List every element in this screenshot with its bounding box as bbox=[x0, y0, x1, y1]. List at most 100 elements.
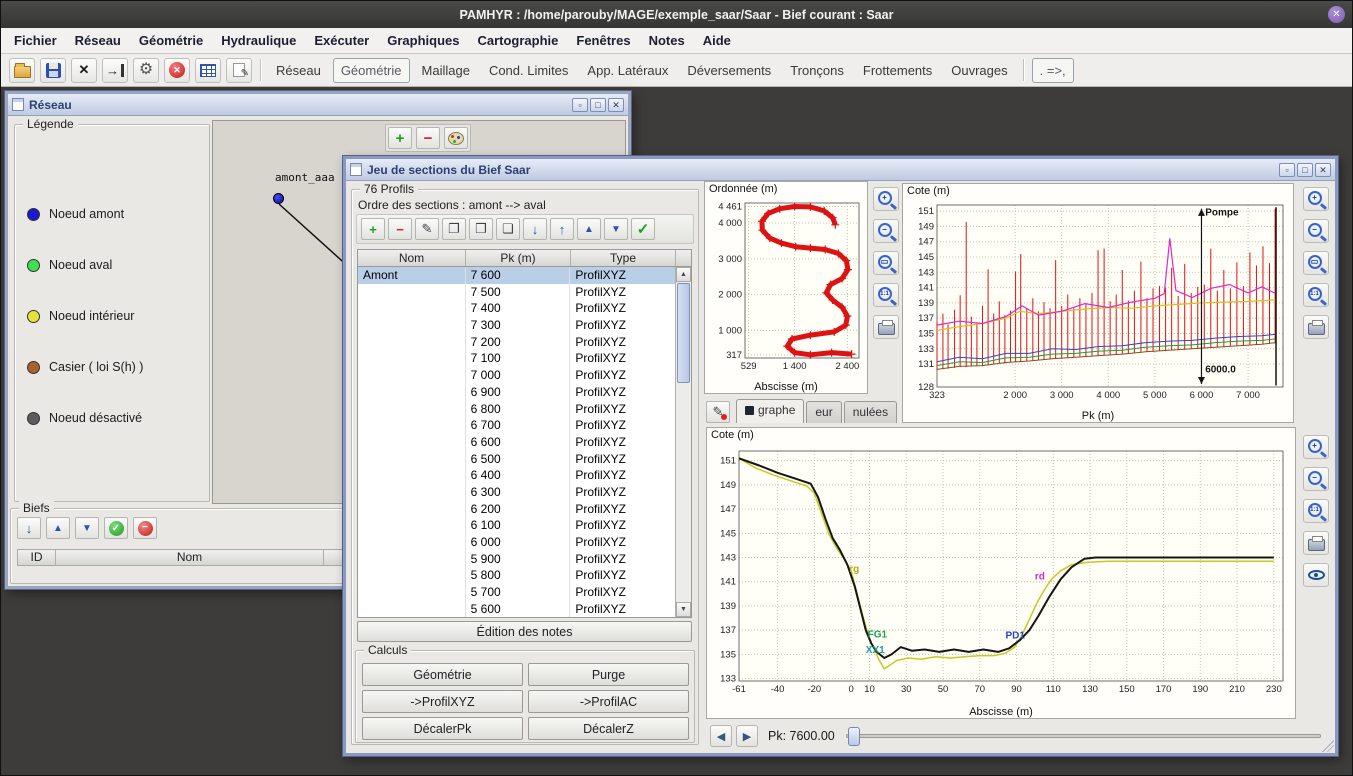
close-project-button[interactable]: ✕ bbox=[71, 58, 97, 83]
table-row[interactable]: 7 500ProfilXYZ bbox=[358, 284, 675, 301]
menu-hydraulique[interactable]: Hydraulique bbox=[214, 30, 303, 51]
menu-notes[interactable]: Notes bbox=[642, 30, 692, 51]
zoom-out-button[interactable]: − bbox=[1303, 219, 1329, 243]
move-up-button[interactable]: ▲ bbox=[577, 218, 601, 240]
add-node-button[interactable]: + bbox=[388, 127, 412, 149]
resize-grip[interactable] bbox=[1322, 740, 1334, 752]
toolbar-troncons[interactable]: Tronçons bbox=[783, 59, 851, 82]
export-button[interactable]: → bbox=[102, 58, 128, 83]
cross-section-chart[interactable]: Cote (m) -61-40-200103050709011013015017… bbox=[706, 427, 1296, 719]
network-node[interactable] bbox=[273, 193, 284, 204]
tab-graphe[interactable]: graphe bbox=[736, 399, 804, 423]
biefs-remove-button[interactable]: − bbox=[133, 517, 157, 539]
zoom-in-button[interactable]: + bbox=[1303, 435, 1329, 459]
plan-chart-canvas[interactable]: 5291 4002 4004 4614 0003 0002 0001 00031… bbox=[705, 197, 867, 378]
zoom-one-button[interactable]: 1:1 bbox=[1303, 283, 1329, 307]
table-row[interactable]: 6 000ProfilXYZ bbox=[358, 534, 675, 551]
copy-button[interactable]: ❐ bbox=[442, 218, 466, 240]
calc-profilac-button[interactable]: ->ProfilAC bbox=[528, 690, 689, 713]
longitudinal-chart[interactable]: Cote (m) 3232 0003 0004 0005 0006 0007 0… bbox=[902, 183, 1294, 423]
scroll-thumb[interactable] bbox=[677, 283, 690, 383]
biefs-col-id[interactable]: ID bbox=[18, 550, 56, 565]
scroll-down-arrow[interactable]: ▼ bbox=[676, 602, 691, 617]
menu-reseau[interactable]: Réseau bbox=[68, 30, 128, 51]
table-row[interactable]: 6 700ProfilXYZ bbox=[358, 417, 675, 434]
menu-fichier[interactable]: Fichier bbox=[7, 30, 64, 51]
remove-profile-button[interactable]: − bbox=[388, 218, 412, 240]
cross-section-chart-canvas[interactable]: -61-40-200103050709011013015017019021023… bbox=[707, 443, 1295, 703]
stop-button[interactable]: ✕ bbox=[164, 58, 190, 83]
sort-ascending-button[interactable]: ↑ bbox=[550, 218, 574, 240]
zoom-fit-button[interactable]: ▭ bbox=[1303, 251, 1329, 275]
plan-chart[interactable]: Ordonnée (m) 5291 4002 4004 4614 0003 00… bbox=[704, 181, 868, 394]
table-row[interactable]: 5 800ProfilXYZ bbox=[358, 567, 675, 584]
table-row[interactable]: 7 200ProfilXYZ bbox=[358, 334, 675, 351]
add-profile-button[interactable]: + bbox=[361, 218, 385, 240]
profiles-scrollbar[interactable]: ▲ ▼ bbox=[675, 267, 691, 617]
table-row[interactable]: 6 200ProfilXYZ bbox=[358, 501, 675, 518]
zoom-fit-button[interactable]: ▭ bbox=[873, 251, 899, 275]
table-row[interactable]: 7 000ProfilXYZ bbox=[358, 367, 675, 384]
table-row[interactable]: 6 800ProfilXYZ bbox=[358, 401, 675, 418]
col-type[interactable]: Type bbox=[571, 250, 676, 266]
table-row[interactable]: 7 300ProfilXYZ bbox=[358, 317, 675, 334]
menu-cartographie[interactable]: Cartographie bbox=[470, 30, 565, 51]
table-row[interactable]: 5 700ProfilXYZ bbox=[358, 584, 675, 601]
zoom-in-button[interactable]: + bbox=[873, 187, 899, 211]
menu-fenetres[interactable]: Fenêtres bbox=[569, 30, 637, 51]
table-row[interactable]: 7 400ProfilXYZ bbox=[358, 300, 675, 317]
toolbar-cond-limites[interactable]: Cond. Limites bbox=[482, 59, 575, 82]
table-button[interactable] bbox=[195, 58, 221, 83]
print-button[interactable] bbox=[873, 315, 899, 339]
reseau-minimize-button[interactable]: ▫ bbox=[572, 98, 588, 112]
toolbar-maillage[interactable]: Maillage bbox=[415, 59, 477, 82]
reseau-titlebar[interactable]: Réseau ▫ □ ✕ bbox=[8, 94, 628, 116]
calc-decalerpk-button[interactable]: DécalerPk bbox=[362, 717, 523, 740]
scroll-up-arrow[interactable]: ▲ bbox=[676, 267, 691, 282]
toolbar-frottements[interactable]: Frottements bbox=[856, 59, 939, 82]
next-profile-button[interactable]: ▶ bbox=[736, 725, 758, 747]
table-row[interactable]: Amont7 600ProfilXYZ bbox=[358, 267, 675, 284]
table-row[interactable]: 5 900ProfilXYZ bbox=[358, 551, 675, 568]
table-row[interactable]: 7 100ProfilXYZ bbox=[358, 350, 675, 367]
biefs-col-nom[interactable]: Nom bbox=[56, 550, 324, 565]
palette-button[interactable] bbox=[444, 127, 468, 149]
biefs-sort-button[interactable]: ↓ bbox=[17, 517, 41, 539]
edit-profile-button[interactable]: ✎ bbox=[415, 218, 439, 240]
edit-tab-button[interactable]: ✎ bbox=[706, 401, 730, 423]
longitudinal-chart-canvas[interactable]: 3232 0003 0004 0005 0006 0007 0001511491… bbox=[903, 199, 1293, 407]
tab-eur[interactable]: eur bbox=[806, 401, 841, 423]
menu-aide[interactable]: Aide bbox=[696, 30, 738, 51]
pk-slider[interactable] bbox=[846, 734, 1321, 738]
toolbar-reseau[interactable]: Réseau bbox=[269, 59, 328, 82]
zoom-out-button[interactable]: − bbox=[873, 219, 899, 243]
zoom-one-button[interactable]: 1:1 bbox=[1303, 499, 1329, 523]
col-pk[interactable]: Pk (m) bbox=[466, 250, 571, 266]
window-close-button[interactable]: ✕ bbox=[1328, 6, 1345, 23]
paste-button[interactable]: ❒ bbox=[469, 218, 493, 240]
sort-descending-button[interactable]: ↓ bbox=[523, 218, 547, 240]
menu-graphiques[interactable]: Graphiques bbox=[380, 30, 466, 51]
print-button[interactable] bbox=[1303, 531, 1329, 555]
sections-close-button[interactable]: ✕ bbox=[1315, 163, 1331, 177]
validate-button[interactable]: ✓ bbox=[631, 218, 655, 240]
menu-executer[interactable]: Exécuter bbox=[307, 30, 376, 51]
table-row[interactable]: 6 400ProfilXYZ bbox=[358, 467, 675, 484]
tab-nulees[interactable]: nulées bbox=[844, 401, 897, 423]
zoom-one-button[interactable]: 1:1 bbox=[873, 283, 899, 307]
open-button[interactable] bbox=[9, 58, 35, 83]
print-button[interactable] bbox=[1303, 315, 1329, 339]
calc-geometrie-button[interactable]: Géométrie bbox=[362, 663, 523, 686]
calc-profilxyz-button[interactable]: ->ProfilXYZ bbox=[362, 690, 523, 713]
toolbar-geometrie[interactable]: Géométrie bbox=[333, 58, 410, 83]
table-row[interactable]: 6 100ProfilXYZ bbox=[358, 517, 675, 534]
toolbar-run[interactable]: . =>, bbox=[1032, 58, 1074, 83]
table-row[interactable]: 6 300ProfilXYZ bbox=[358, 484, 675, 501]
calc-decalerz-button[interactable]: DécalerZ bbox=[528, 717, 689, 740]
table-row[interactable]: 6 900ProfilXYZ bbox=[358, 384, 675, 401]
col-nom[interactable]: Nom bbox=[358, 250, 466, 266]
reseau-close-button[interactable]: ✕ bbox=[608, 98, 624, 112]
sections-minimize-button[interactable]: ▫ bbox=[1279, 163, 1295, 177]
save-button[interactable] bbox=[40, 58, 66, 83]
previous-profile-button[interactable]: ◀ bbox=[710, 725, 732, 747]
